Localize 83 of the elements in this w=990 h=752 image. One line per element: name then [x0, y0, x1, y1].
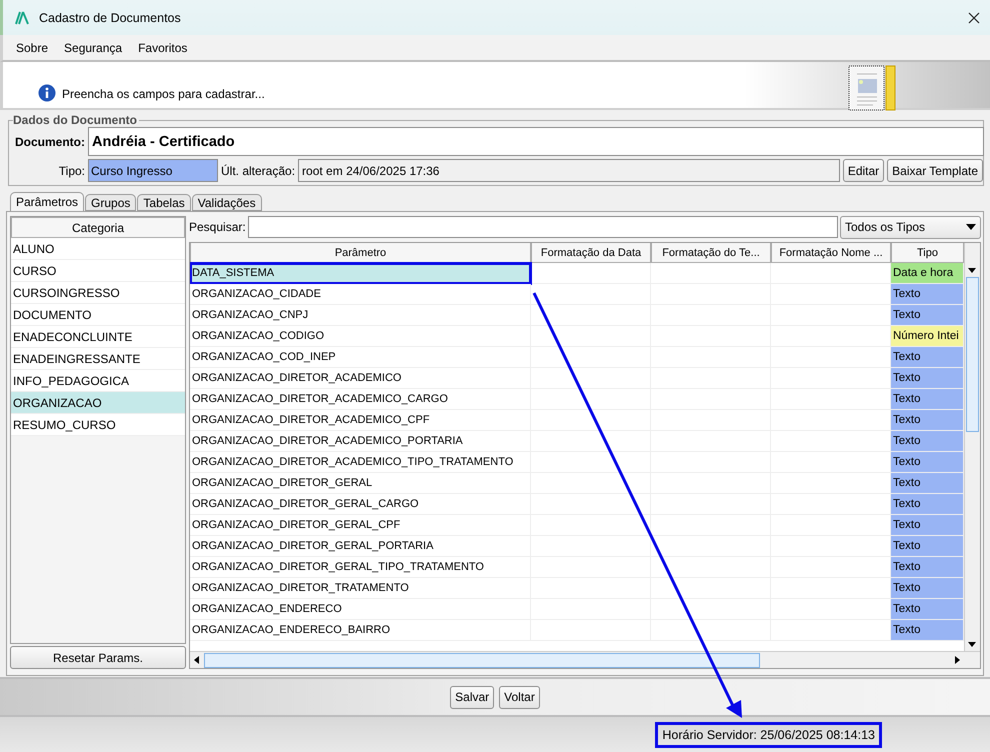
last-change-field: root em 24/06/2025 17:36: [298, 159, 840, 182]
document-field[interactable]: Andréia - Certificado: [88, 127, 984, 156]
parameter-cell[interactable]: DATA_SISTEMA: [190, 263, 531, 284]
parameter-cell[interactable]: ORGANIZACAO_DIRETOR_ACADEMICO_PORTARIA: [190, 431, 531, 452]
category-item[interactable]: DOCUMENTO: [11, 304, 185, 326]
server-time: Horário Servidor: 25/06/2025 08:14:13: [655, 722, 882, 748]
reset-params-button[interactable]: Resetar Params.: [10, 646, 186, 669]
download-template-button[interactable]: Baixar Template: [887, 159, 983, 182]
menu-item[interactable]: Segurança: [64, 40, 122, 54]
type-cell: Texto: [891, 557, 964, 578]
parameter-cell[interactable]: ORGANIZACAO_COD_INEP: [190, 347, 531, 368]
tab[interactable]: Validações: [192, 194, 262, 211]
document-label: Documento:: [14, 134, 85, 148]
column-header[interactable]: Tipo: [891, 243, 964, 263]
parameter-cell[interactable]: ORGANIZACAO_CIDADE: [190, 284, 531, 305]
info-message: Preencha os campos para cadastrar...: [62, 87, 265, 101]
type-cell: Data e hora: [891, 263, 964, 284]
type-cell: Texto: [891, 578, 964, 599]
window-title: Cadastro de Documentos: [39, 10, 182, 24]
search-label: Pesquisar:: [189, 220, 246, 234]
parameter-cell[interactable]: ORGANIZACAO_CODIGO: [190, 326, 531, 347]
edit-button[interactable]: Editar: [842, 159, 884, 182]
parameter-cell[interactable]: ORGANIZACAO_DIRETOR_GERAL: [190, 473, 531, 494]
type-cell: Texto: [891, 620, 964, 641]
tab[interactable]: Tabelas: [137, 194, 191, 211]
type-cell: Texto: [891, 515, 964, 536]
menu-item[interactable]: Favoritos: [138, 40, 188, 54]
column-header[interactable]: Formatação do Te...: [651, 243, 771, 263]
type-field[interactable]: Curso Ingresso: [88, 159, 218, 182]
app-logo-icon: [15, 10, 29, 24]
type-cell: Texto: [891, 410, 964, 431]
caret-icon: [966, 224, 976, 230]
parameter-cell[interactable]: ORGANIZACAO_DIRETOR_GERAL_CPF: [190, 515, 531, 536]
category-item[interactable]: CURSOINGRESSO: [11, 282, 185, 304]
category-item[interactable]: ENADEINGRESSANTE: [11, 348, 185, 370]
type-cell: Texto: [891, 368, 964, 389]
horizontal-scrollbar[interactable]: [190, 651, 980, 668]
parameter-cell[interactable]: ORGANIZACAO_DIRETOR_ACADEMICO_CPF: [190, 410, 531, 431]
column-header[interactable]: Formatação Nome ...: [771, 243, 891, 263]
group-title: Dados do Documento: [13, 113, 138, 127]
parameter-cell[interactable]: ORGANIZACAO_DIRETOR_ACADEMICO_TIPO_TRATAMENTO: [190, 452, 531, 473]
type-cell: Número Intei: [891, 326, 964, 347]
type-cell: Texto: [891, 284, 964, 305]
column-header[interactable]: Parâmetro: [190, 243, 531, 263]
category-item[interactable]: RESUMO_CURSO: [11, 414, 185, 436]
vertical-scrollbar[interactable]: [964, 243, 980, 651]
parameter-cell[interactable]: ORGANIZACAO_DIRETOR_ACADEMICO: [190, 368, 531, 389]
parameter-cell[interactable]: ORGANIZACAO_ENDERECO_BAIRRO: [190, 620, 531, 641]
type-cell: Texto: [891, 452, 964, 473]
type-cell: Texto: [891, 305, 964, 326]
category-item[interactable]: ALUNO: [11, 238, 185, 260]
category-item[interactable]: ENADECONCLUINTE: [11, 326, 185, 348]
column-header[interactable]: Formatação da Data: [531, 243, 651, 263]
type-filter-dropdown[interactable]: Todos os Tipos: [840, 216, 981, 238]
parameter-cell[interactable]: ORGANIZACAO_DIRETOR_GERAL_PORTARIA: [190, 536, 531, 557]
close-icon[interactable]: [968, 12, 980, 24]
parameter-cell[interactable]: ORGANIZACAO_DIRETOR_GERAL_CARGO: [190, 494, 531, 515]
type-label: Tipo:: [58, 164, 85, 178]
menu-item[interactable]: Sobre: [16, 40, 48, 54]
parameter-cell[interactable]: ORGANIZACAO_DIRETOR_GERAL_TIPO_TRATAMENTO: [190, 557, 531, 578]
type-cell: Texto: [891, 347, 964, 368]
category-item[interactable]: INFO_PEDAGOGICA: [11, 370, 185, 392]
document-icon: [848, 65, 898, 111]
search-field[interactable]: [248, 216, 838, 238]
type-cell: Texto: [891, 473, 964, 494]
back-button[interactable]: Voltar: [499, 686, 540, 708]
type-cell: Texto: [891, 599, 964, 620]
type-cell: Texto: [891, 494, 964, 515]
tab[interactable]: Parâmetros: [10, 192, 84, 211]
last-change-label: Últ. alteração:: [221, 164, 296, 178]
type-cell: Texto: [891, 389, 964, 410]
info-icon: [38, 84, 56, 102]
save-button[interactable]: Salvar: [450, 686, 494, 708]
parameter-cell[interactable]: ORGANIZACAO_DIRETOR_ACADEMICO_CARGO: [190, 389, 531, 410]
column-header: Categoria: [11, 217, 185, 238]
parameter-cell[interactable]: ORGANIZACAO_CNPJ: [190, 305, 531, 326]
category-item[interactable]: CURSO: [11, 260, 185, 282]
category-item[interactable]: ORGANIZACAO: [11, 392, 185, 414]
parameter-cell[interactable]: ORGANIZACAO_DIRETOR_TRATAMENTO: [190, 578, 531, 599]
type-cell: Texto: [891, 431, 964, 452]
type-cell: Texto: [891, 536, 964, 557]
tab[interactable]: Grupos: [85, 194, 136, 211]
parameter-cell[interactable]: ORGANIZACAO_ENDERECO: [190, 599, 531, 620]
